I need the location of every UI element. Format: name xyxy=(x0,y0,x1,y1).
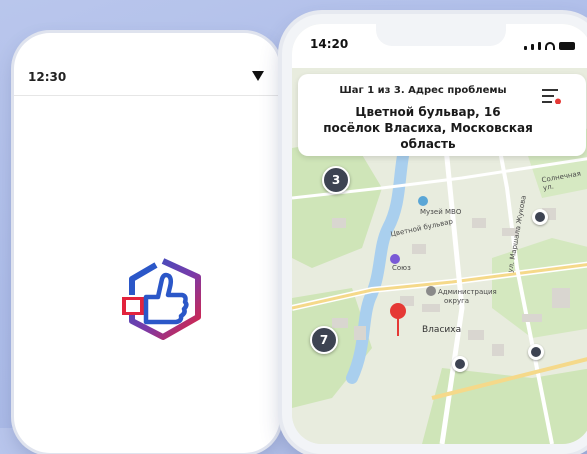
left-phone: 12:30 xyxy=(14,33,280,453)
location-pin-icon[interactable] xyxy=(388,302,408,338)
signal-icon xyxy=(252,71,264,81)
phone-screen: Музей МВО Союз Администрация округа Цвет… xyxy=(292,24,587,444)
store-label: Союз xyxy=(392,264,411,272)
step-indicator: Шаг 1 из 3. Адрес проблемы xyxy=(339,85,507,96)
address-line-1: Цветной бульвар, 16 xyxy=(355,105,501,119)
address-line-2: посёлок Власиха, Московская xyxy=(323,121,533,135)
status-divider xyxy=(14,95,280,96)
status-bar: 14:20 xyxy=(292,24,587,68)
map-cluster-7[interactable]: 7 xyxy=(310,326,338,354)
signal-icon xyxy=(531,44,534,50)
address-text: Цветной бульвар, 16 посёлок Власиха, Мос… xyxy=(318,104,538,152)
admin-label-2: округа xyxy=(444,297,470,305)
right-status-time: 14:20 xyxy=(310,37,349,51)
battery-icon xyxy=(559,42,575,50)
wifi-icon xyxy=(545,42,555,50)
map-marker[interactable] xyxy=(452,356,468,372)
list-filter-icon[interactable] xyxy=(542,88,562,104)
admin-building-icon[interactable] xyxy=(426,286,436,296)
store-icon[interactable] xyxy=(390,254,400,264)
address-line-3: область xyxy=(400,137,456,151)
signal-icon xyxy=(524,46,527,50)
thumbs-up-logo-icon xyxy=(122,258,201,340)
admin-label: Администрация xyxy=(438,288,497,296)
map-marker[interactable] xyxy=(528,344,544,360)
map-marker[interactable] xyxy=(532,209,548,225)
museum-label: Музей МВО xyxy=(420,208,462,216)
left-status-time: 12:30 xyxy=(28,70,67,84)
right-phone: Музей МВО Союз Администрация округа Цвет… xyxy=(282,14,587,454)
address-header-card: Шаг 1 из 3. Адрес проблемы Цветной бульв… xyxy=(298,74,586,156)
map-cluster-3[interactable]: 3 xyxy=(322,166,350,194)
city-label: Власиха xyxy=(422,325,462,335)
notch xyxy=(376,24,506,46)
status-icons xyxy=(524,40,575,50)
signal-icon xyxy=(538,42,541,50)
museum-icon[interactable] xyxy=(418,196,428,206)
